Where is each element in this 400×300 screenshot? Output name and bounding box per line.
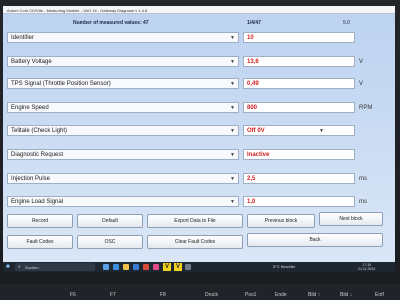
measurement-label-field[interactable]: Engine Load Signal ▼ bbox=[7, 196, 239, 207]
store-icon[interactable] bbox=[133, 264, 139, 270]
clock-date: 21.11.2024 bbox=[358, 267, 376, 271]
measurement-label-field[interactable]: Battery Voltage ▼ bbox=[7, 56, 239, 67]
measurement-label: Battery Voltage bbox=[11, 59, 52, 65]
taskbar: ■ ⌕ Suchen V V 5°C Bewölkt 17:15 21.11.2… bbox=[3, 262, 395, 272]
measurement-unit: V bbox=[359, 59, 364, 65]
keyboard-key: F6 bbox=[70, 292, 76, 298]
chevron-down-icon[interactable]: ▼ bbox=[230, 35, 235, 41]
fault-codes-button[interactable]: Fault Codes bbox=[7, 235, 73, 249]
keyboard-key: Pos1 bbox=[245, 292, 257, 298]
measurement-row: TPS Signal (Throttle Position Sensor) ▼ … bbox=[3, 78, 395, 91]
record-button[interactable]: Record bbox=[7, 214, 73, 228]
taskbar-search-input[interactable]: ⌕ Suchen bbox=[15, 263, 95, 271]
value-dropdown-icon[interactable]: ▼ bbox=[319, 128, 324, 134]
clear-fault-codes-button[interactable]: Clear Fault Codes bbox=[147, 235, 243, 249]
chevron-down-icon[interactable]: ▼ bbox=[230, 176, 235, 182]
page-indicator: 1/4/47 bbox=[247, 20, 261, 26]
window-titlebar: Autom Com CDS/ite - Measuring Module - V… bbox=[3, 6, 395, 14]
measurement-row: Engine Load Signal ▼ 1,0 ms bbox=[3, 196, 395, 209]
measurement-label: Identifier bbox=[11, 35, 35, 41]
measurement-label: TPS Signal (Throttle Position Sensor) bbox=[11, 81, 111, 87]
measurement-label-field[interactable]: Identifier ▼ bbox=[7, 32, 239, 43]
measurement-value: 2,5 bbox=[243, 173, 355, 184]
measured-values-count: Number of measured values: 47 bbox=[73, 20, 149, 26]
edge-browser-icon[interactable] bbox=[113, 264, 119, 270]
search-icon: ⌕ bbox=[18, 264, 21, 270]
measurement-row: Identifier ▼ 10 bbox=[3, 32, 395, 45]
measurement-row: Engine Speed ▼ 800 RPM bbox=[3, 102, 395, 115]
measurement-unit: ms bbox=[359, 199, 367, 205]
chevron-down-icon[interactable]: ▼ bbox=[230, 81, 235, 87]
search-placeholder: Suchen bbox=[25, 265, 39, 270]
weather-widget[interactable]: 5°C Bewölkt bbox=[273, 264, 295, 269]
measurement-label-field[interactable]: Injection Pulse ▼ bbox=[7, 173, 239, 184]
measurement-label: Engine Speed bbox=[11, 105, 49, 111]
system-clock[interactable]: 17:15 21.11.2024 bbox=[358, 263, 375, 271]
back-button[interactable]: Back bbox=[247, 233, 383, 247]
chevron-down-icon[interactable]: ▼ bbox=[230, 105, 235, 111]
measurement-row: Injection Pulse ▼ 2,5 ms bbox=[3, 173, 395, 186]
keyboard-key: F7 bbox=[110, 292, 116, 298]
keyboard-key: F8 bbox=[160, 292, 166, 298]
default-button[interactable]: Default bbox=[77, 214, 143, 228]
measurement-value: 800 bbox=[243, 102, 355, 113]
measurement-value-text: Off 0V bbox=[247, 128, 265, 134]
keyboard-key: Druck bbox=[205, 292, 219, 298]
measurement-label: Injection Pulse bbox=[11, 176, 51, 182]
keyboard-key: Bild ↑ bbox=[308, 292, 321, 298]
version-label: 5.0 bbox=[343, 20, 350, 26]
app-icon[interactable] bbox=[153, 264, 159, 270]
export-data-button[interactable]: Export Data to File bbox=[147, 214, 243, 228]
osc-button[interactable]: OSC bbox=[77, 235, 143, 249]
laptop-screen: Autom Com CDS/ite - Measuring Module - V… bbox=[3, 6, 395, 272]
measurement-label: Engine Load Signal bbox=[11, 199, 64, 205]
chevron-down-icon[interactable]: ▼ bbox=[230, 152, 235, 158]
measurement-value: 1,0 bbox=[243, 196, 355, 207]
app-icon[interactable] bbox=[185, 264, 191, 270]
measurement-row: Battery Voltage ▼ 13,6 V bbox=[3, 56, 395, 69]
measurement-label: Telltale (Check Light) bbox=[11, 128, 68, 134]
measurement-label: Diagnostic Request bbox=[11, 152, 64, 158]
measurement-label-field[interactable]: Engine Speed ▼ bbox=[7, 102, 239, 113]
measurement-label-field[interactable]: Telltale (Check Light) ▼ bbox=[7, 125, 239, 136]
v-app-icon[interactable]: V bbox=[163, 263, 171, 271]
diagnostic-app-window: Autom Com CDS/ite - Measuring Module - V… bbox=[3, 6, 395, 262]
measurement-unit: RPM bbox=[359, 105, 373, 111]
keyboard-key: Ende bbox=[275, 292, 287, 298]
measurement-label-field[interactable]: Diagnostic Request ▼ bbox=[7, 149, 239, 160]
measurement-row: Telltale (Check Light) ▼ Off 0V ▼ bbox=[3, 125, 395, 138]
measurement-unit: ms bbox=[359, 176, 367, 182]
keyboard-key: Entf bbox=[375, 292, 384, 298]
measurement-value: Inactive bbox=[243, 149, 355, 160]
measurement-value: 13,6 bbox=[243, 56, 355, 67]
measurement-label-field[interactable]: TPS Signal (Throttle Position Sensor) ▼ bbox=[7, 78, 239, 89]
measurement-unit: V bbox=[359, 81, 364, 87]
measurement-value: 0,49 bbox=[243, 78, 355, 89]
chevron-down-icon[interactable]: ▼ bbox=[230, 59, 235, 65]
file-explorer-icon[interactable] bbox=[123, 264, 129, 270]
task-view-icon[interactable] bbox=[103, 264, 109, 270]
measurement-value[interactable]: Off 0V ▼ bbox=[243, 125, 355, 136]
previous-block-button[interactable]: Previous block bbox=[247, 214, 315, 228]
chevron-down-icon[interactable]: ▼ bbox=[230, 128, 235, 134]
keyboard-key: Bild ↓ bbox=[340, 292, 353, 298]
chevron-down-icon[interactable]: ▼ bbox=[230, 199, 235, 205]
v-app-icon[interactable]: V bbox=[174, 263, 182, 271]
next-block-button[interactable]: Next block bbox=[319, 212, 383, 226]
measurement-value: 10 bbox=[243, 32, 355, 43]
measurement-header: Number of measured values: 47 1/4/47 5.0 bbox=[3, 18, 395, 28]
measurement-row: Diagnostic Request ▼ Inactive bbox=[3, 149, 395, 162]
windows-start-icon[interactable]: ■ bbox=[6, 264, 12, 270]
app-icon[interactable] bbox=[143, 264, 149, 270]
